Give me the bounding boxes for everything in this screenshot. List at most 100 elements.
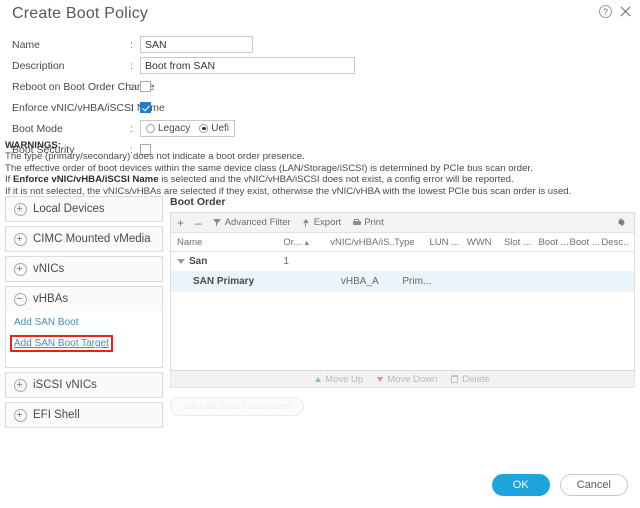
name-label: Name: [12, 38, 41, 51]
boot-mode-radio-group: Legacy Uefi: [140, 120, 236, 137]
plus-icon: [14, 408, 27, 422]
column-header-wwn[interactable]: WWN: [467, 237, 504, 248]
warnings-line-3: If Enforce vNIC/vHBA/iSCSI Name is selec…: [5, 174, 635, 185]
trash-icon: [451, 375, 459, 383]
table-row[interactable]: San 1: [171, 252, 634, 272]
row-name-cell: San: [177, 256, 283, 267]
export-icon: [302, 218, 311, 227]
row-type-cell: Prim...: [402, 276, 432, 287]
column-header-slot[interactable]: Slot ...: [504, 237, 539, 248]
table-empty-area: [171, 292, 634, 370]
add-san-boot-link[interactable]: Add SAN Boot: [14, 317, 78, 328]
row-vnic-cell: vHBA_A: [340, 276, 379, 287]
dialog-header: Create Boot Policy ?: [0, 0, 640, 30]
accordion-body-vhbas: Add SAN Boot Add SAN Boot Target: [6, 311, 162, 367]
accordion-item-local-devices: Local Devices: [5, 196, 163, 222]
table-row[interactable]: SAN Primary vHBA_A Prim...: [171, 272, 634, 292]
export-button[interactable]: Export: [302, 217, 341, 228]
boot-mode-option-uefi[interactable]: Uefi: [199, 123, 229, 134]
accordion-header-vhbas[interactable]: vHBAs: [6, 287, 162, 311]
column-header-description[interactable]: Desc...: [601, 237, 628, 248]
delete-button[interactable]: Delete: [451, 374, 490, 385]
add-san-boot-target-link[interactable]: Add SAN Boot Target: [10, 335, 113, 352]
arrow-up-icon: [315, 376, 322, 382]
export-label: Export: [313, 217, 342, 228]
warnings-line-3-suffix: is selected and the vNIC/vHBA/iSCSI does…: [158, 174, 514, 186]
column-header-boot-2[interactable]: Boot ...: [570, 237, 602, 248]
column-header-type[interactable]: Type: [394, 237, 429, 248]
device-accordion: Local Devices CIMC Mounted vMedia vNICs …: [5, 196, 163, 432]
remove-row-button[interactable]: –: [195, 217, 202, 229]
boot-mode-legacy-label: Legacy: [158, 123, 191, 134]
boot-mode-label: Boot Mode: [12, 122, 63, 135]
accordion-header-cimc-mounted-vmedia[interactable]: CIMC Mounted vMedia: [6, 227, 162, 251]
accordion-label-cimc-mounted-vmedia: CIMC Mounted vMedia: [33, 233, 151, 245]
header-icon-group: ?: [599, 5, 632, 18]
accordion-header-iscsi-vnics[interactable]: iSCSI vNICs: [6, 373, 162, 397]
form-row-reboot-on-boot-order-change: Reboot on Boot Order Change :: [0, 76, 640, 97]
dialog-footer: OK Cancel: [491, 474, 628, 496]
column-header-vnic-vhba-iscsi[interactable]: vNIC/vHBA/iS...: [330, 237, 394, 248]
accordion-header-local-devices[interactable]: Local Devices: [6, 197, 162, 221]
accordion-header-efi-shell[interactable]: EFI Shell: [6, 403, 162, 427]
accordion-label-efi-shell: EFI Shell: [33, 409, 80, 421]
print-button[interactable]: Print: [352, 217, 384, 228]
row-name-label: San: [189, 256, 208, 267]
plus-icon: [14, 202, 27, 216]
move-down-label: Move Down: [387, 373, 438, 385]
reboot-on-boot-order-change-label: Reboot on Boot Order Change: [12, 80, 155, 93]
advanced-filter-button[interactable]: Advanced Filter: [212, 217, 291, 228]
help-icon[interactable]: ?: [599, 5, 612, 18]
accordion-label-vnics: vNICs: [33, 263, 65, 275]
column-header-boot-1[interactable]: Boot ...: [539, 237, 570, 248]
form-row-description: Description :: [0, 55, 640, 76]
column-header-order[interactable]: Or... ▲: [283, 237, 330, 248]
filter-icon: [212, 218, 222, 227]
form-row-enforce-name: Enforce vNIC/vHBA/iSCSI Name :: [0, 97, 640, 118]
accordion-label-local-devices: Local Devices: [33, 203, 105, 215]
gear-icon[interactable]: [615, 217, 626, 228]
column-header-order-label: Or...: [283, 236, 302, 248]
warnings-title: WARNINGS:: [5, 140, 61, 151]
chevron-down-icon[interactable]: [177, 259, 185, 264]
cancel-button[interactable]: Cancel: [559, 474, 628, 496]
reboot-on-boot-order-change-checkbox[interactable]: [140, 81, 151, 92]
reboot-colon: :: [130, 80, 133, 93]
boot-mode-option-legacy[interactable]: Legacy: [146, 123, 190, 134]
ok-button[interactable]: OK: [491, 474, 550, 496]
column-header-lun[interactable]: LUN ...: [430, 237, 467, 248]
boot-order-panel: Boot Order + – Advanced Filter Export Pr…: [170, 196, 635, 416]
move-up-button[interactable]: Move Up: [315, 374, 363, 385]
name-input[interactable]: [140, 36, 253, 53]
table-header-row: Name Or... ▲ vNIC/vHBA/iS... Type LUN ...…: [171, 233, 634, 252]
plus-icon: [14, 262, 27, 276]
table-toolbar: + – Advanced Filter Export Print: [171, 213, 634, 233]
set-uefi-boot-parameters-button[interactable]: Set Uefi Boot Parameters: [170, 397, 304, 416]
accordion-label-iscsi-vnics: iSCSI vNICs: [33, 379, 97, 391]
description-input[interactable]: [140, 57, 355, 74]
accordion-item-vhbas: vHBAs Add SAN Boot Add SAN Boot Target: [5, 286, 163, 368]
add-row-button[interactable]: +: [177, 217, 184, 229]
arrow-down-icon: [377, 376, 384, 382]
boot-mode-colon: :: [130, 122, 133, 135]
warnings-line-3-prefix: If: [5, 174, 13, 186]
name-colon: :: [130, 38, 133, 51]
boot-order-table: + – Advanced Filter Export Print Name Or…: [170, 212, 635, 371]
plus-icon: [14, 378, 27, 392]
accordion-item-cimc-mounted-vmedia: CIMC Mounted vMedia: [5, 226, 163, 252]
advanced-filter-label: Advanced Filter: [224, 217, 291, 228]
enforce-colon: :: [130, 101, 133, 114]
accordion-label-vhbas: vHBAs: [33, 293, 69, 305]
column-header-name[interactable]: Name: [177, 237, 283, 248]
move-down-button[interactable]: Move Down: [377, 374, 437, 385]
accordion-header-vnics[interactable]: vNICs: [6, 257, 162, 281]
warnings-block: WARNINGS: The type (primary/secondary) d…: [5, 140, 635, 197]
accordion-item-efi-shell: EFI Shell: [5, 402, 163, 428]
row-actions-bar: Move Up Move Down Delete: [170, 371, 635, 388]
enforce-name-checkbox[interactable]: [140, 102, 151, 113]
radio-uefi-icon: [199, 124, 209, 133]
print-label: Print: [364, 217, 384, 228]
accordion-item-iscsi-vnics: iSCSI vNICs: [5, 372, 163, 398]
plus-icon: [14, 232, 27, 246]
close-icon[interactable]: [619, 5, 632, 18]
